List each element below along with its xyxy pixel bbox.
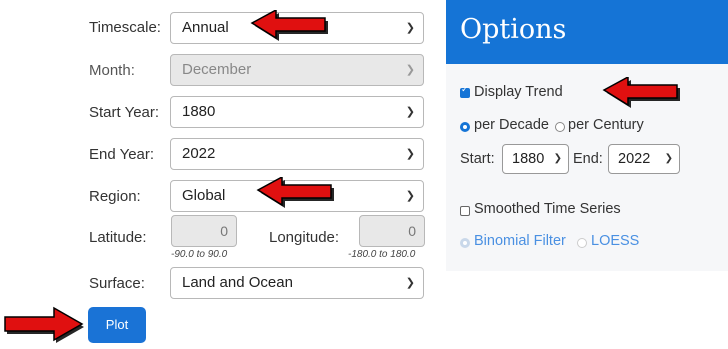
timescale-value: Annual xyxy=(182,19,229,36)
options-panel: Options Display Trend per Decade per Cen… xyxy=(446,0,728,271)
display-trend-label: Display Trend xyxy=(474,84,563,100)
latitude-label: Latitude: xyxy=(89,229,147,246)
month-value: December xyxy=(182,61,252,78)
trend-end-select[interactable]: 2022 ❯ xyxy=(608,144,680,174)
latitude-hint: -90.0 to 90.0 xyxy=(171,249,228,260)
chevron-down-icon: ❯ xyxy=(405,277,415,289)
smoothed-checkbox[interactable] xyxy=(460,206,470,216)
chevron-down-icon: ❯ xyxy=(405,64,415,76)
per-decade-label: per Decade xyxy=(474,117,549,133)
timescale-label: Timescale: xyxy=(89,19,161,36)
surface-label: Surface: xyxy=(89,275,145,292)
chevron-down-icon: ❯ xyxy=(405,22,415,34)
longitude-input[interactable]: 0 xyxy=(359,215,425,247)
end-year-select[interactable]: 2022 ❯ xyxy=(170,138,424,170)
chevron-down-icon: ❯ xyxy=(405,190,415,202)
options-title: Options xyxy=(460,14,567,45)
start-year-value: 1880 xyxy=(182,103,216,120)
end-year-value: 2022 xyxy=(182,145,216,162)
chevron-down-icon: ❯ xyxy=(664,153,673,164)
display-trend-checkbox[interactable] xyxy=(460,84,470,98)
arrow-annotation-display-trend xyxy=(602,77,680,108)
chevron-down-icon: ❯ xyxy=(405,106,415,118)
start-year-label: Start Year: xyxy=(89,104,160,121)
trend-start-value: 1880 xyxy=(512,151,545,167)
chevron-down-icon: ❯ xyxy=(553,153,562,164)
trend-end-label: End: xyxy=(573,151,603,167)
arrow-annotation-plot xyxy=(4,306,84,343)
start-year-select[interactable]: 1880 ❯ xyxy=(170,96,424,128)
latitude-input[interactable]: 0 xyxy=(171,215,237,247)
chevron-down-icon: ❯ xyxy=(405,148,415,160)
surface-select[interactable]: Land and Ocean ❯ xyxy=(170,267,424,299)
options-header: Options xyxy=(446,0,728,64)
trend-start-label: Start: xyxy=(460,151,495,167)
trend-start-select[interactable]: 1880 ❯ xyxy=(502,144,569,174)
longitude-label: Longitude: xyxy=(269,229,340,246)
per-century-label: per Century xyxy=(568,117,644,133)
trend-end-value: 2022 xyxy=(618,151,651,167)
longitude-hint: -180.0 to 180.0 xyxy=(348,249,416,260)
month-select: December ❯ xyxy=(170,54,424,86)
month-label: Month: xyxy=(89,62,135,79)
region-label: Region: xyxy=(89,188,141,205)
per-decade-radio[interactable] xyxy=(460,122,470,132)
plot-button[interactable]: Plot xyxy=(88,307,146,343)
smoothed-label: Smoothed Time Series xyxy=(474,201,621,217)
arrow-annotation-region xyxy=(256,177,334,208)
loess-radio[interactable] xyxy=(577,238,587,248)
binomial-label: Binomial Filter xyxy=(474,233,566,249)
surface-value: Land and Ocean xyxy=(182,274,293,291)
loess-label: LOESS xyxy=(591,233,640,249)
region-value: Global xyxy=(182,187,226,204)
binomial-radio[interactable] xyxy=(460,238,470,248)
per-century-radio[interactable] xyxy=(555,122,565,132)
arrow-annotation-timescale xyxy=(250,10,328,41)
end-year-label: End Year: xyxy=(89,146,155,163)
